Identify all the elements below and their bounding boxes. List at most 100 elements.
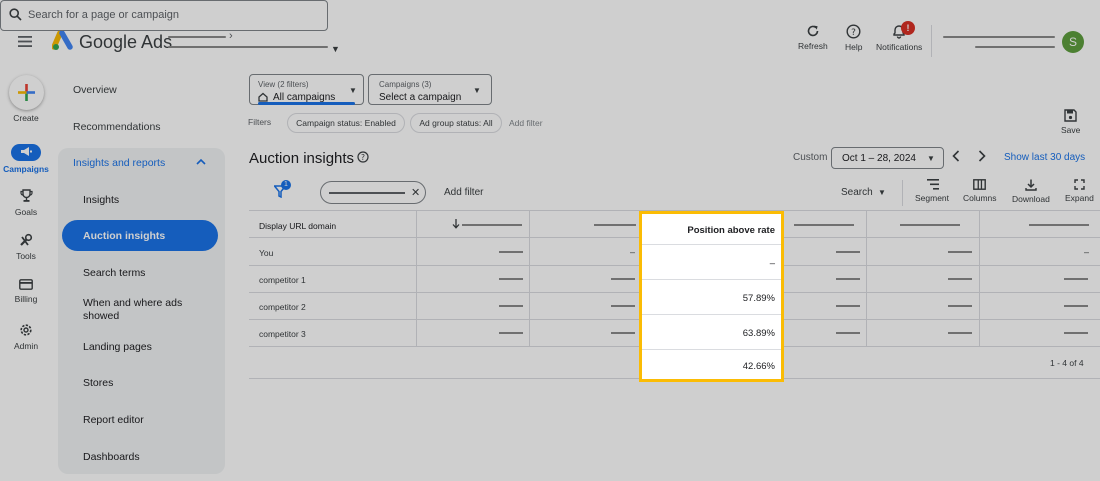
cell-placeholder bbox=[1064, 332, 1088, 334]
add-filter-button[interactable]: Add filter bbox=[444, 187, 483, 198]
nav-item-overview[interactable]: Overview bbox=[73, 84, 117, 96]
active-filter-chip[interactable]: ✕ bbox=[320, 181, 426, 204]
rail-item-billing[interactable]: Billing bbox=[0, 279, 52, 304]
chevron-right-icon: › bbox=[229, 30, 233, 42]
search-input[interactable]: Search for a page or campaign bbox=[0, 0, 328, 31]
column-header-placeholder[interactable] bbox=[1029, 224, 1089, 226]
pagination-label: 1 - 4 of 4 bbox=[1050, 358, 1084, 368]
app-title: Google Ads bbox=[79, 32, 173, 52]
notifications-button[interactable]: Notifications bbox=[876, 24, 922, 52]
nav-section-header[interactable]: Insights and reports bbox=[73, 157, 165, 169]
chevron-up-icon[interactable] bbox=[196, 158, 206, 165]
column-header-placeholder[interactable] bbox=[462, 224, 522, 226]
home-icon bbox=[258, 92, 268, 102]
menu-icon[interactable] bbox=[18, 36, 32, 47]
column-divider bbox=[979, 211, 980, 346]
user-name-placeholder bbox=[943, 36, 1055, 38]
add-filter-link[interactable]: Add filter bbox=[509, 118, 543, 128]
nav-item-search-terms[interactable]: Search terms bbox=[83, 267, 203, 280]
column-divider bbox=[416, 211, 417, 346]
expand-icon bbox=[1074, 179, 1085, 190]
filter-chip-campaign-status[interactable]: Campaign status: Enabled bbox=[287, 113, 405, 133]
columns-icon bbox=[973, 179, 987, 190]
column-header-display-url[interactable]: Display URL domain bbox=[259, 221, 336, 231]
table-cell: 42.66% bbox=[642, 351, 781, 379]
trophy-icon bbox=[19, 189, 33, 202]
table-cell: 63.89% bbox=[642, 316, 781, 350]
campaign-selector[interactable]: Campaigns (3) Select a campaign ▼ bbox=[368, 74, 492, 105]
cell-value: 42.66% bbox=[742, 361, 775, 372]
chevron-left-icon[interactable] bbox=[952, 150, 960, 162]
avatar[interactable]: S bbox=[1062, 31, 1084, 53]
arrow-down-icon[interactable] bbox=[452, 219, 460, 229]
cell-placeholder bbox=[611, 332, 635, 334]
filter-count-badge: 1 bbox=[281, 180, 291, 190]
column-header-placeholder[interactable] bbox=[594, 224, 636, 226]
close-icon[interactable]: ✕ bbox=[411, 186, 420, 199]
rail-item-campaigns[interactable]: Campaigns bbox=[0, 144, 52, 174]
refresh-button[interactable]: Refresh bbox=[798, 24, 828, 51]
columns-button[interactable]: Columns bbox=[963, 179, 997, 203]
account-id-placeholder[interactable] bbox=[168, 46, 328, 48]
cell-placeholder bbox=[499, 278, 523, 280]
plus-icon bbox=[18, 84, 35, 101]
refresh-icon bbox=[807, 25, 819, 37]
nav-item-insights[interactable]: Insights bbox=[83, 194, 203, 207]
column-header-position-above-rate[interactable]: Position above rate bbox=[642, 214, 781, 245]
user-email-placeholder bbox=[975, 46, 1055, 48]
table-row-name: You bbox=[259, 248, 274, 258]
expand-button[interactable]: Expand bbox=[1065, 179, 1094, 203]
cell-value: – bbox=[769, 258, 775, 269]
cell-placeholder bbox=[499, 332, 523, 334]
download-icon bbox=[1025, 179, 1037, 191]
cell-placeholder bbox=[948, 251, 972, 253]
save-button[interactable]: Save bbox=[1061, 109, 1080, 135]
help-button[interactable]: ? Help bbox=[845, 24, 862, 52]
segment-button[interactable]: Segment bbox=[915, 179, 949, 203]
account-name-placeholder[interactable] bbox=[168, 36, 226, 38]
dropdown-arrow-icon[interactable]: ▼ bbox=[878, 188, 886, 197]
cell-value: 57.89% bbox=[742, 293, 775, 304]
filters-label: Filters bbox=[248, 117, 272, 127]
table-search-button[interactable]: Search bbox=[841, 187, 873, 198]
filter-chip-ad-group-status[interactable]: Ad group status: All bbox=[410, 113, 502, 133]
cell-placeholder bbox=[499, 251, 523, 253]
chevron-right-icon[interactable] bbox=[978, 150, 986, 162]
page-title: Auction insights bbox=[249, 150, 355, 167]
cell-placeholder bbox=[948, 278, 972, 280]
create-button[interactable] bbox=[9, 75, 44, 110]
nav-item-when-where[interactable]: When and where ads showed bbox=[83, 297, 203, 323]
column-header-placeholder[interactable] bbox=[794, 224, 854, 226]
megaphone-icon bbox=[21, 147, 32, 156]
google-ads-logo-icon[interactable] bbox=[52, 31, 74, 51]
nav-item-stores[interactable]: Stores bbox=[83, 377, 203, 390]
rail-item-admin[interactable]: Admin bbox=[0, 323, 52, 351]
nav-item-report-editor[interactable]: Report editor bbox=[83, 414, 203, 427]
rail-item-goals[interactable]: Goals bbox=[0, 189, 52, 217]
selection-underline bbox=[258, 102, 355, 105]
date-range-selector[interactable]: Oct 1 – 28, 2024 ▼ bbox=[831, 147, 944, 169]
help-circle-icon[interactable]: ? bbox=[357, 151, 369, 163]
account-dropdown-icon[interactable]: ▼ bbox=[331, 44, 340, 54]
divider bbox=[902, 180, 903, 206]
divider bbox=[931, 25, 932, 57]
nav-panel: Overview Recommendations Insights and re… bbox=[52, 72, 230, 481]
segment-icon bbox=[927, 179, 940, 190]
download-button[interactable]: Download bbox=[1012, 179, 1050, 204]
cell-placeholder bbox=[836, 251, 860, 253]
column-header-placeholder[interactable] bbox=[900, 224, 960, 226]
search-icon bbox=[9, 8, 22, 21]
nav-item-landing-pages[interactable]: Landing pages bbox=[83, 341, 203, 354]
cell-placeholder bbox=[836, 305, 860, 307]
table-cell: – bbox=[642, 246, 781, 280]
cell-value: 63.89% bbox=[742, 328, 775, 339]
show-last-30-days-link[interactable]: Show last 30 days bbox=[1004, 152, 1085, 163]
rail-item-tools[interactable]: Tools bbox=[0, 233, 52, 261]
view-selector[interactable]: View (2 filters) All campaigns ▼ bbox=[249, 74, 364, 105]
nav-item-recommendations[interactable]: Recommendations bbox=[73, 121, 161, 133]
cell-placeholder bbox=[948, 305, 972, 307]
cell-placeholder bbox=[611, 305, 635, 307]
table-row-name: competitor 3 bbox=[259, 329, 306, 339]
nav-item-dashboards[interactable]: Dashboards bbox=[83, 451, 203, 464]
table-toolbar: 1 ✕ Add filter Search ▼ Segment Columns … bbox=[249, 175, 1100, 211]
